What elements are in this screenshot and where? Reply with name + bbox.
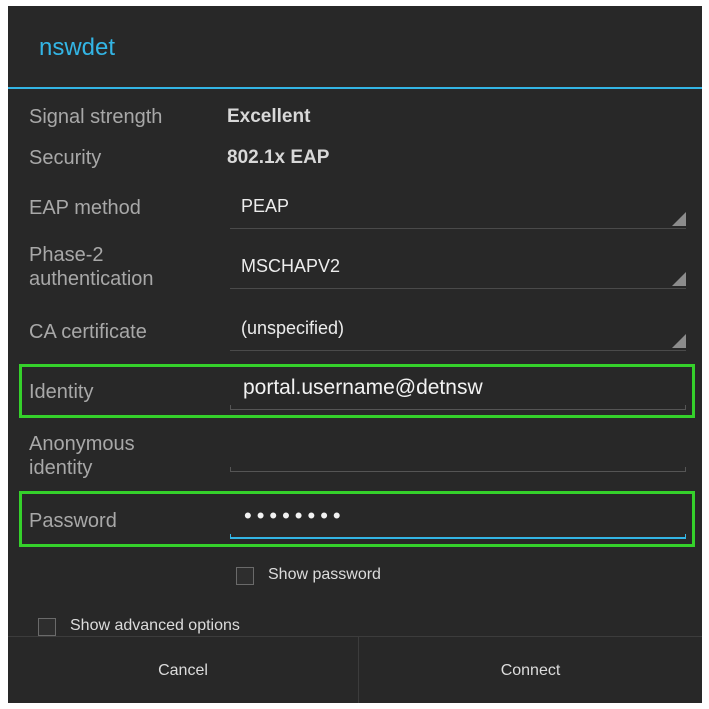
ca-certificate-label: CA certificate — [29, 321, 147, 343]
phase2-spinner[interactable]: MSCHAPV2 — [230, 252, 686, 289]
show-password-label: Show password — [268, 566, 381, 583]
identity-label: Identity — [29, 381, 94, 403]
show-advanced-checkbox[interactable] — [38, 618, 56, 636]
signal-strength-value: Excellent — [227, 106, 311, 127]
security-label: Security — [29, 147, 102, 169]
phase2-label: Phase-2 authentication — [29, 243, 154, 291]
dialog-title: nswdet — [39, 34, 116, 61]
anonymous-identity-input[interactable] — [230, 432, 686, 472]
connect-button[interactable]: Connect — [359, 637, 702, 703]
eap-method-label: EAP method — [29, 197, 141, 219]
signal-strength-label: Signal strength — [29, 106, 163, 128]
password-label: Password — [29, 510, 117, 532]
phase2-label-line1: Phase-2 — [29, 244, 104, 266]
cancel-button[interactable]: Cancel — [8, 637, 358, 703]
anonymous-identity-label-line1: Anonymous — [29, 433, 135, 455]
title-divider — [8, 87, 702, 89]
ca-certificate-spinner[interactable]: (unspecified) — [230, 314, 686, 351]
identity-input[interactable]: portal.username@detnsw — [230, 370, 686, 410]
show-advanced-label: Show advanced options — [70, 617, 240, 634]
dialog-header: nswdet — [8, 6, 702, 87]
password-value: •••••••• — [244, 503, 346, 528]
dialog-button-bar: Cancel Connect — [8, 636, 702, 703]
security-value: 802.1x EAP — [227, 147, 330, 168]
show-password-row[interactable]: Show password — [236, 566, 476, 588]
phase2-label-line2: authentication — [29, 268, 154, 290]
phase2-value: MSCHAPV2 — [241, 256, 341, 276]
anonymous-identity-label-line2: identity — [29, 457, 93, 479]
dropdown-arrow-icon — [672, 272, 686, 286]
dropdown-arrow-icon — [672, 334, 686, 348]
anonymous-identity-label: Anonymous identity — [29, 432, 135, 480]
ca-certificate-value: (unspecified) — [241, 318, 345, 338]
identity-value: portal.username@detnsw — [243, 376, 483, 399]
dropdown-arrow-icon — [672, 212, 686, 226]
password-input[interactable]: •••••••• — [230, 499, 686, 539]
eap-method-spinner[interactable]: PEAP — [230, 192, 686, 229]
show-password-checkbox[interactable] — [236, 567, 254, 585]
wifi-config-dialog: nswdet Signal strength Excellent Securit… — [8, 6, 702, 703]
eap-method-value: PEAP — [241, 196, 290, 216]
